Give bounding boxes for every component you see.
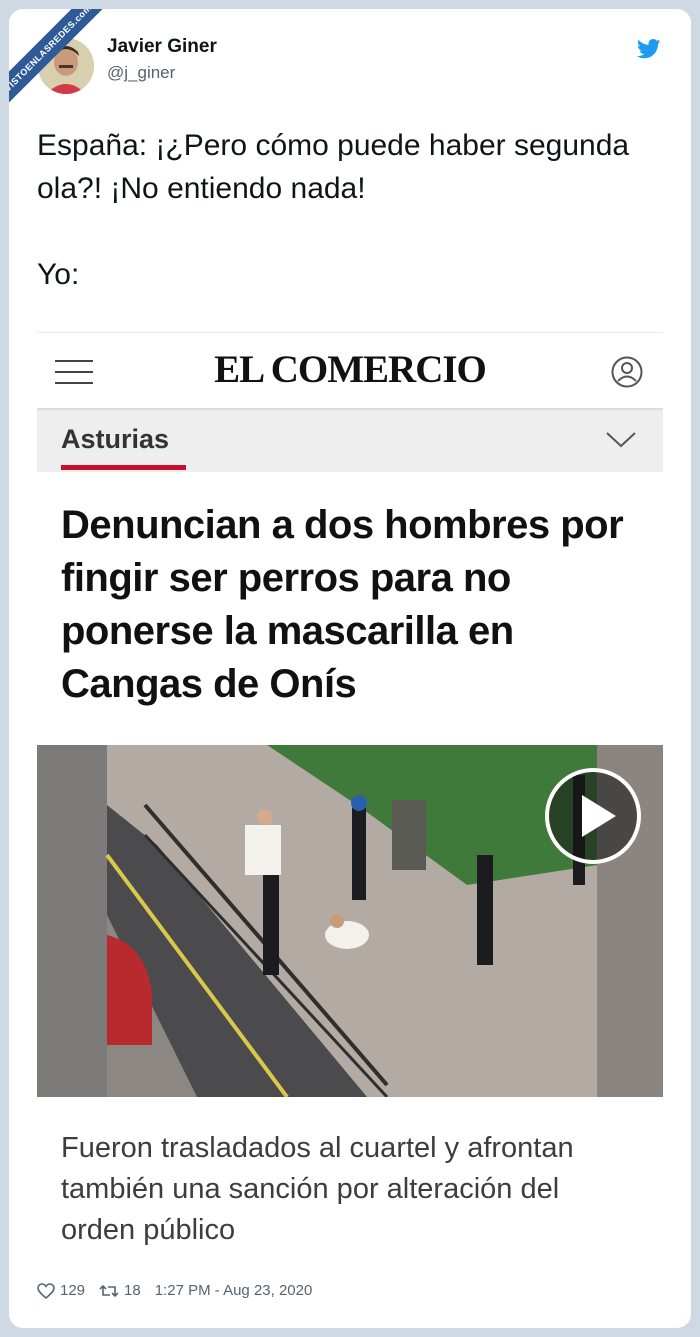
like-stat[interactable]: 129 — [37, 1282, 85, 1299]
site-logo: EL COMERCIO — [214, 348, 487, 391]
tweet-text: España: ¡¿Pero cómo puede haber segunda … — [37, 124, 657, 296]
heart-icon — [37, 1282, 55, 1299]
section-label: Asturias — [61, 424, 170, 454]
tweet-text-line-2: Yo: — [37, 258, 80, 291]
author-handle[interactable]: @j_giner — [107, 63, 175, 83]
embedded-article-screenshot[interactable]: EL COMERCIO Asturias Denuncian a dos hom… — [37, 332, 663, 1273]
article-video — [37, 745, 663, 1097]
tweet-timestamp[interactable]: 1:27 PM - Aug 23, 2020 — [155, 1282, 313, 1299]
tweet-text-line-1: España: ¡¿Pero cómo puede haber segunda … — [37, 129, 630, 205]
video-play-button[interactable] — [544, 767, 642, 865]
twitter-bird-icon[interactable] — [636, 39, 661, 59]
retweet-count: 18 — [124, 1282, 141, 1299]
tweet-card: VISTOENLASREDES.com Javier Giner @j_gine… — [9, 9, 691, 1328]
author-name[interactable]: Javier Giner — [107, 36, 217, 58]
like-count: 129 — [60, 1282, 86, 1299]
user-account-icon — [611, 356, 643, 388]
retweet-icon — [99, 1284, 119, 1297]
chevron-down-icon — [605, 430, 637, 450]
site-header: EL COMERCIO — [37, 333, 663, 410]
article-headline: Denuncian a dos hombres por fingir ser p… — [61, 503, 624, 706]
tweet-footer: 129 18 1:27 PM - Aug 23, 2020 — [37, 1282, 312, 1299]
article-caption: Fueron trasladados al cuartel y afrontan… — [61, 1132, 574, 1246]
section-underline — [61, 465, 186, 470]
watermark-subtext: .com — [70, 9, 94, 26]
retweet-stat[interactable]: 18 — [99, 1282, 141, 1299]
section-bar: Asturias — [37, 410, 663, 472]
